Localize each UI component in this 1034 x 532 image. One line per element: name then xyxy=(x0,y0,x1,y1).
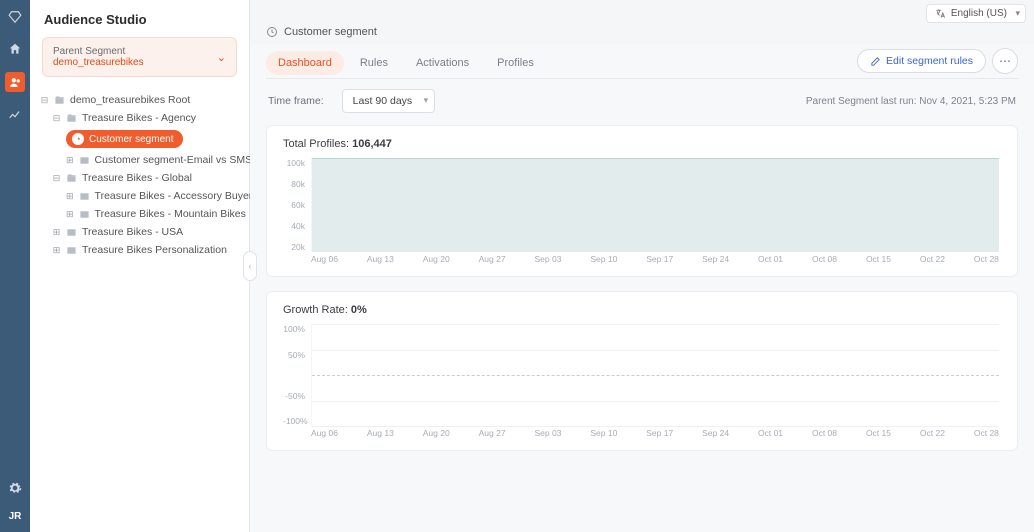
language-select[interactable]: English (US) xyxy=(926,4,1026,23)
chevron-down-icon: ⌄ xyxy=(217,51,226,64)
sidebar: Audience Studio Parent Segment demo_trea… xyxy=(30,0,250,532)
plot-area xyxy=(311,158,999,252)
last-run-label: Parent Segment last run: Nov 4, 2021, 5:… xyxy=(806,96,1016,107)
tree-node-customer-segment[interactable]: ◔ Customer segment xyxy=(38,127,241,151)
avatar[interactable]: JR xyxy=(9,511,22,522)
tree-label: Treasure Bikes - USA xyxy=(82,226,183,238)
zero-line xyxy=(312,375,999,376)
audience-icon[interactable] xyxy=(5,72,25,92)
tree-node-usa[interactable]: ⊞Treasure Bikes - USA xyxy=(38,223,241,241)
timeframe-label: Time frame: xyxy=(268,95,324,107)
area-fill xyxy=(312,158,999,252)
total-profiles-chart: 100k80k60k40k20k Aug 06Aug 13Aug 20Aug 2… xyxy=(283,158,1001,268)
growth-rate-title: Growth Rate: 0% xyxy=(283,304,1001,316)
pencil-icon xyxy=(870,56,881,67)
main: ‹ English (US) Customer segment Dashboar… xyxy=(250,0,1034,532)
tree-label: Treasure Bikes - Mountain Bikes xyxy=(95,208,246,220)
more-button[interactable]: ⋯ xyxy=(992,48,1018,74)
tree-node-accessory[interactable]: ⊞Treasure Bikes - Accessory Buyers xyxy=(38,187,241,205)
y-axis: 100%50%-50%-100% xyxy=(283,324,309,426)
y-axis: 100k80k60k40k20k xyxy=(283,158,309,252)
breadcrumb-label: Customer segment xyxy=(284,26,377,38)
tree-label: demo_treasurebikes Root xyxy=(70,94,190,106)
tree-node-mountain[interactable]: ⊞Treasure Bikes - Mountain Bikes xyxy=(38,205,241,223)
timeframe-value: Last 90 days xyxy=(353,95,413,107)
tree-label: Treasure Bikes Personalization xyxy=(82,244,227,256)
segment-tree: ⊟demo_treasurebikes Root ⊟Treasure Bikes… xyxy=(30,87,249,263)
home-icon[interactable] xyxy=(6,40,24,58)
total-profiles-title: Total Profiles: 106,447 xyxy=(283,138,1001,150)
plot-area xyxy=(311,324,999,426)
growth-rate-card: Growth Rate: 0% 100%50%-50%-100% Aug 06A… xyxy=(266,291,1018,451)
edit-segment-button[interactable]: Edit segment rules xyxy=(857,49,986,73)
tab-profiles[interactable]: Profiles xyxy=(485,51,546,75)
tab-dashboard[interactable]: Dashboard xyxy=(266,51,344,75)
tree-label: Treasure Bikes - Agency xyxy=(82,112,196,124)
tree-label: Treasure Bikes - Accessory Buyers xyxy=(95,190,258,202)
collapse-handle[interactable]: ‹ xyxy=(243,251,257,281)
tab-activations[interactable]: Activations xyxy=(404,51,481,75)
parent-segment-card[interactable]: Parent Segment demo_treasurebikes ⌄ xyxy=(42,37,237,77)
growth-rate-chart: 100%50%-50%-100% Aug 06Aug 13Aug 20Aug 2… xyxy=(283,324,1001,442)
segment-icon: ◔ xyxy=(72,133,84,145)
nav-rail: JR xyxy=(0,0,30,532)
x-axis: Aug 06Aug 13Aug 20Aug 27Sep 03Sep 10Sep … xyxy=(311,428,999,442)
total-profiles-card: Total Profiles: 106,447 100k80k60k40k20k… xyxy=(266,125,1018,277)
tree-label: Customer segment xyxy=(89,134,173,145)
history-icon xyxy=(266,26,278,38)
parent-segment-value: demo_treasurebikes xyxy=(53,57,144,68)
x-axis: Aug 06Aug 13Aug 20Aug 27Sep 03Sep 10Sep … xyxy=(311,254,999,268)
tree-node-agency[interactable]: ⊟Treasure Bikes - Agency xyxy=(38,109,241,127)
translate-icon xyxy=(935,8,946,19)
tree-root[interactable]: ⊟demo_treasurebikes Root xyxy=(38,91,241,109)
tree-node-personalization[interactable]: ⊞Treasure Bikes Personalization xyxy=(38,241,241,259)
gear-icon[interactable] xyxy=(6,479,24,497)
tree-node-global[interactable]: ⊟Treasure Bikes - Global xyxy=(38,169,241,187)
parent-segment-label: Parent Segment xyxy=(53,46,144,57)
tree-label: Treasure Bikes - Global xyxy=(82,172,192,184)
page-title: Audience Studio xyxy=(30,0,249,37)
tree-label: Customer segment-Email vs SMS xyxy=(95,154,253,166)
breadcrumb: Customer segment xyxy=(250,26,1034,44)
analytics-icon[interactable] xyxy=(6,106,24,124)
tabs: Dashboard Rules Activations Profiles xyxy=(266,51,546,75)
edit-segment-label: Edit segment rules xyxy=(886,55,973,67)
gem-icon[interactable] xyxy=(6,8,24,26)
language-label: English (US) xyxy=(951,8,1007,19)
tab-rules[interactable]: Rules xyxy=(348,51,400,75)
tree-node-email-sms[interactable]: ⊞Customer segment-Email vs SMS xyxy=(38,151,241,169)
timeframe-select[interactable]: Last 90 days xyxy=(342,89,436,113)
